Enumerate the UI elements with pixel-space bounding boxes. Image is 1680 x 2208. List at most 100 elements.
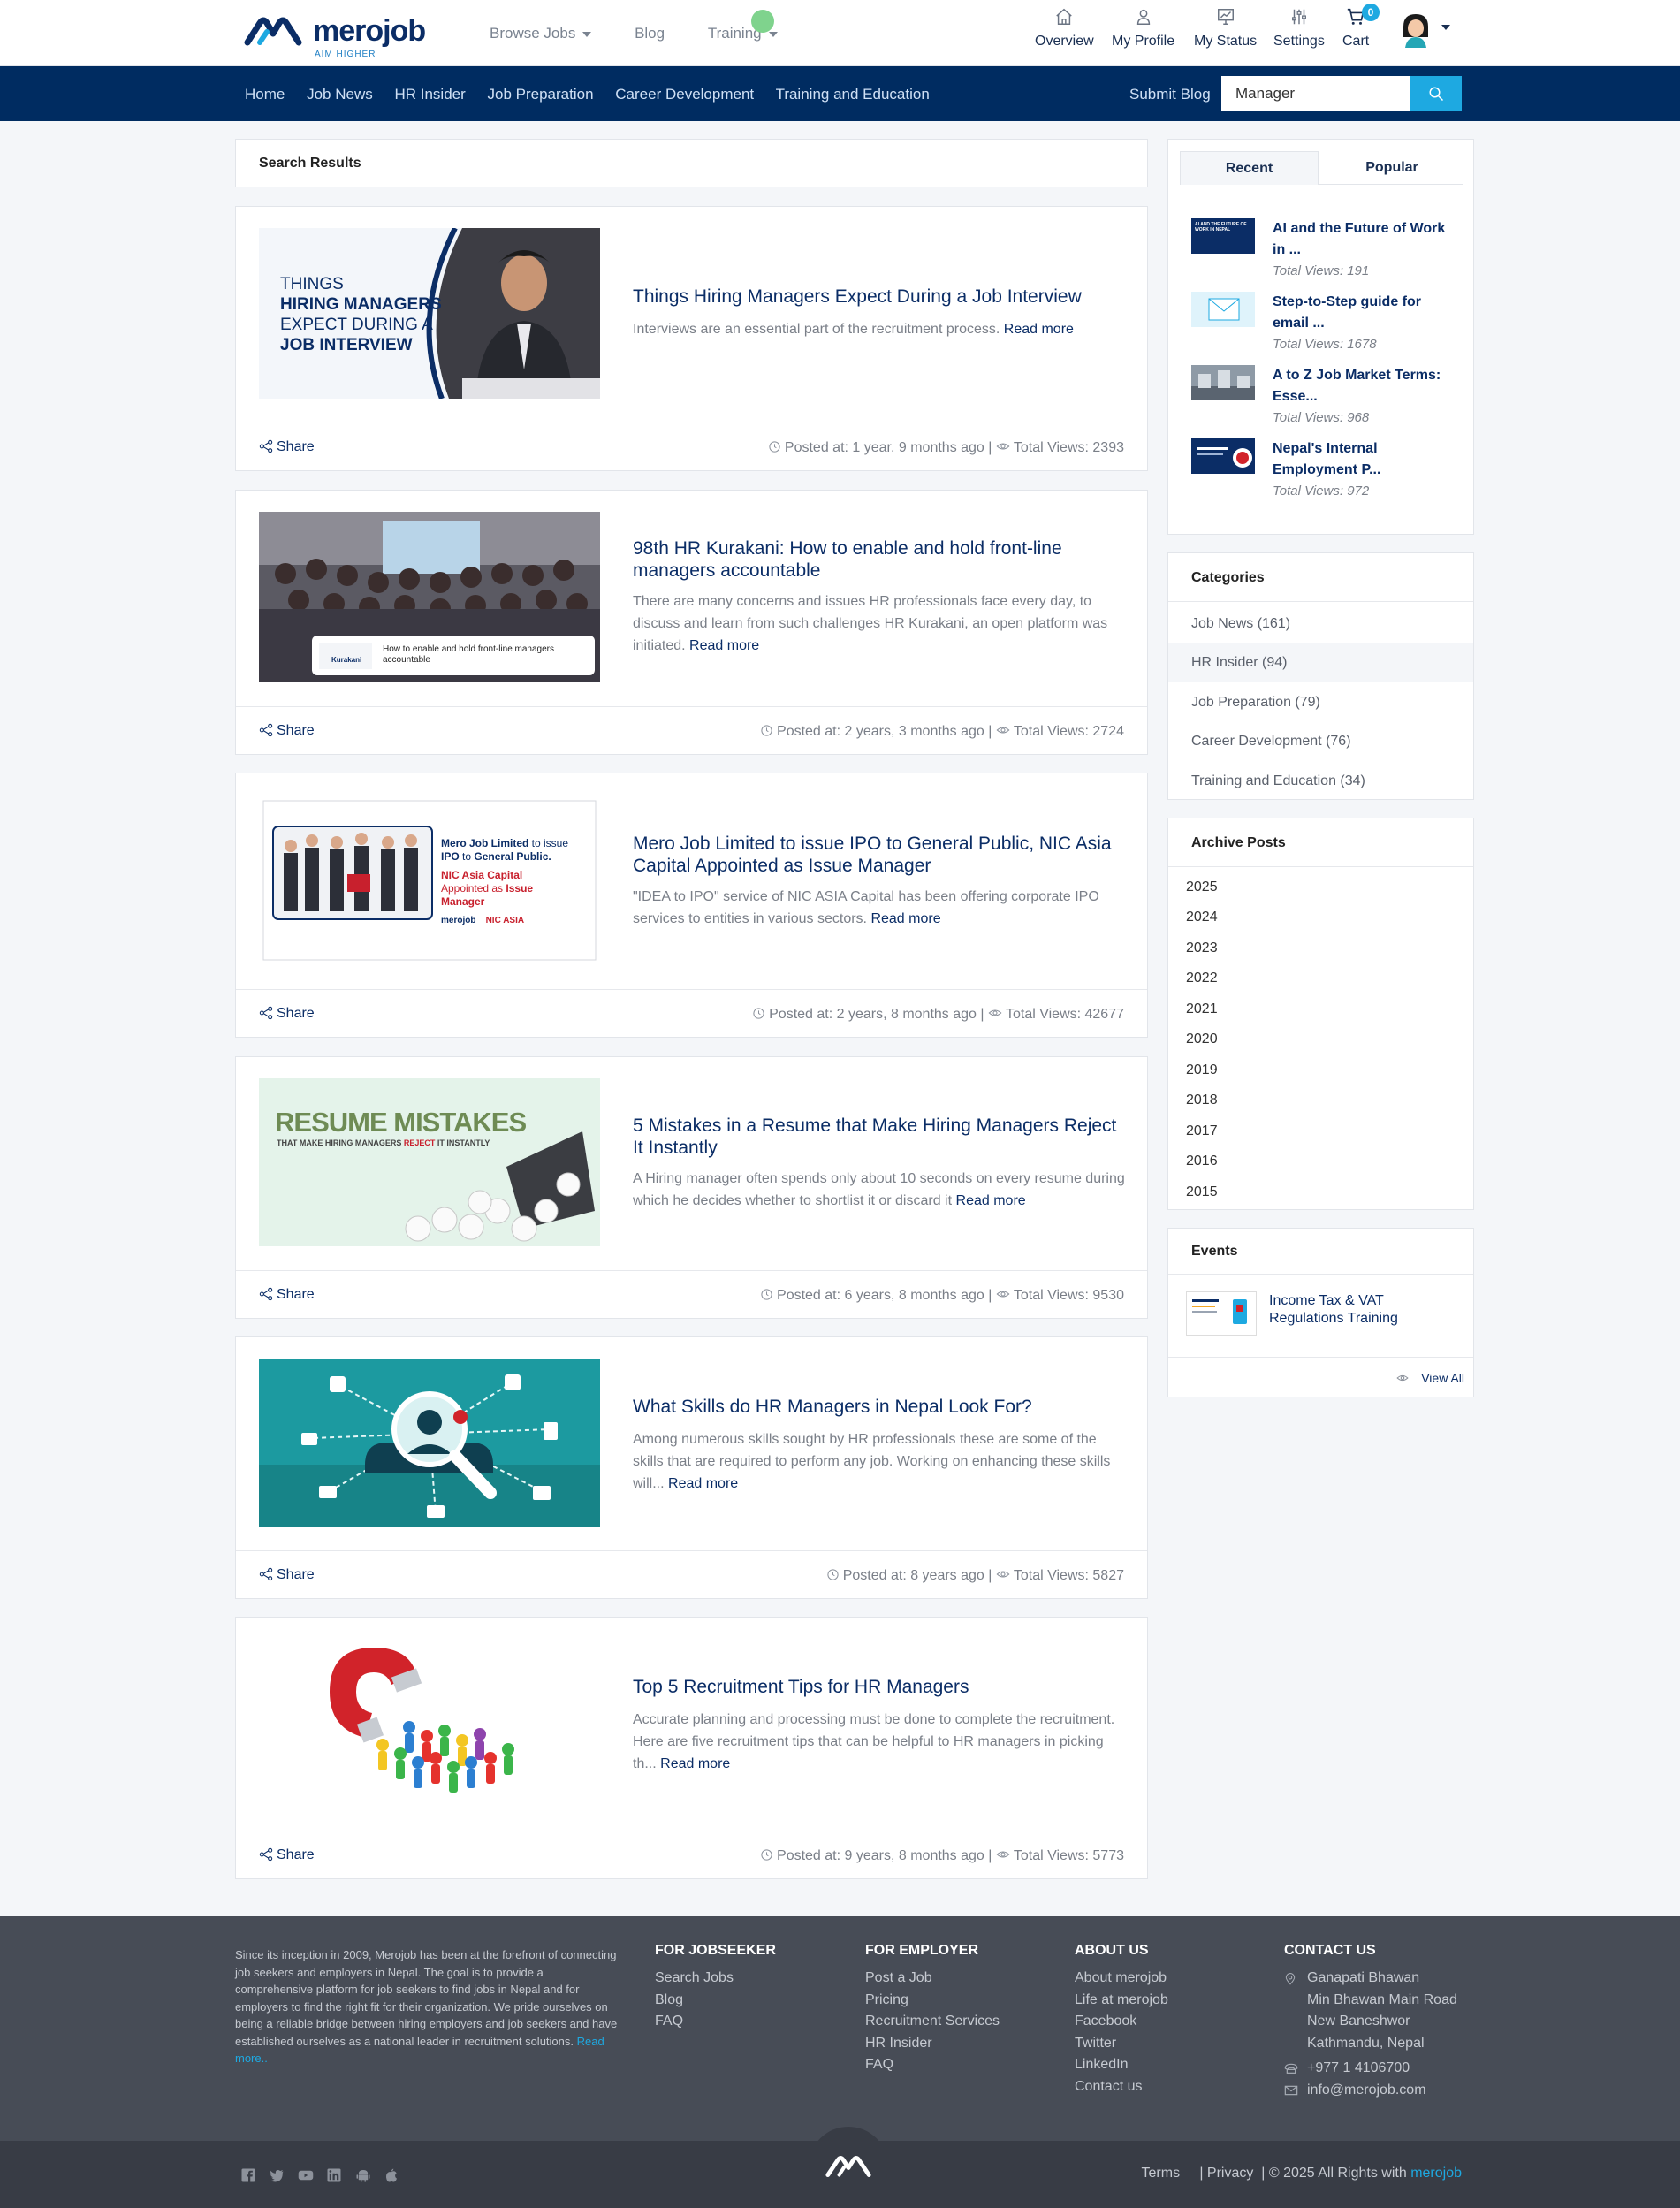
youtube-icon[interactable] [298,2167,314,2183]
subnav-hr-insider[interactable]: HR Insider [394,86,465,103]
privacy-link[interactable]: | Privacy [1199,2166,1253,2181]
twitter-icon[interactable] [269,2167,285,2183]
footer-link[interactable]: LinkedIn [1075,2054,1168,2076]
post-thumbnail[interactable]: Mero Job Limited to issue IPO to General… [259,795,600,965]
archive-year-link[interactable]: 2023 [1186,940,1218,956]
search-button[interactable] [1410,76,1462,111]
share-button[interactable]: Share [259,723,315,739]
android-icon[interactable] [355,2167,371,2183]
footer-link[interactable]: HR Insider [865,2033,1000,2055]
subnav-job-preparation[interactable]: Job Preparation [488,86,594,103]
post-title[interactable]: Things Hiring Managers Expect During a J… [633,286,1128,308]
recent-post-item[interactable]: A to Z Job Market Terms: Esse... Total V… [1191,365,1456,427]
merojob-logo[interactable]: merojob AIM HIGHER [242,14,426,59]
post-thumbnail[interactable]: RESUME MISTAKES THAT MAKE HIRING MANAGER… [259,1078,600,1246]
post-excerpt: There are many concerns and issues HR pr… [633,590,1128,657]
archive-year-link[interactable]: 2022 [1186,971,1218,986]
tab-popular[interactable]: Popular [1321,151,1463,185]
read-more-link[interactable]: Read more [956,1193,1026,1208]
footer-link[interactable]: Post a Job [865,1968,1000,1990]
category-item[interactable]: Job News (161) [1168,605,1473,643]
post-title[interactable]: 5 Mistakes in a Resume that Make Hiring … [633,1115,1128,1159]
share-button[interactable]: Share [259,1287,315,1303]
user-menu-my-status[interactable]: My Status [1194,7,1257,49]
event-thumbnail[interactable] [1186,1291,1257,1336]
avatar[interactable] [1400,12,1432,48]
brand-link[interactable]: merojob [1410,2166,1462,2181]
nav-browse-jobs[interactable]: Browse Jobs [490,25,592,42]
subnav-career-development[interactable]: Career Development [615,86,754,103]
submit-blog-link[interactable]: Submit Blog [1129,86,1211,103]
footer-link[interactable]: Facebook [1075,2011,1168,2033]
archive-year-link[interactable]: 2025 [1186,879,1218,895]
user-menu-settings[interactable]: Settings [1273,7,1325,49]
cart-count-badge: 0 [1362,4,1380,21]
recent-post-item[interactable]: AI AND THE FUTURE OF WORK IN NEPAL AI an… [1191,218,1456,280]
archive-year-link[interactable]: 2020 [1186,1032,1218,1047]
footer-link[interactable]: Contact us [1075,2076,1168,2098]
linkedin-icon[interactable] [326,2167,342,2183]
blog-search-input[interactable] [1221,76,1410,111]
archive-year-link[interactable]: 2024 [1186,910,1218,925]
share-label: Share [277,1567,315,1582]
footer-link[interactable]: Recruitment Services [865,2011,1000,2033]
recent-post-item[interactable]: Step-to-Step guide for email ... Total V… [1191,292,1456,354]
view-all-link[interactable]: View All [1396,1371,1464,1385]
events-title: Events [1191,1244,1238,1259]
nav-blog[interactable]: Blog [635,25,665,42]
category-item[interactable]: Training and Education (34) [1168,762,1473,801]
user-menu-my-profile[interactable]: My Profile [1112,7,1174,49]
footer-link[interactable]: Life at merojob [1075,1990,1168,2012]
tab-recent[interactable]: Recent [1180,151,1319,185]
avatar-chevron-down-icon[interactable] [1441,25,1450,30]
footer-link[interactable]: Search Jobs [655,1968,776,1990]
subnav-job-news[interactable]: Job News [307,86,373,103]
post-title[interactable]: 98th HR Kurakani: How to enable and hold… [633,537,1128,582]
archive-year-link[interactable]: 2017 [1186,1123,1218,1139]
phone-text: +977 1 4106700 [1307,2060,1410,2076]
post-title[interactable]: What Skills do HR Managers in Nepal Look… [633,1396,1128,1418]
event-title[interactable]: Income Tax & VAT Regulations Training [1269,1292,1446,1328]
category-item[interactable]: Career Development (76) [1168,722,1473,761]
share-button[interactable]: Share [259,1567,315,1583]
post-title[interactable]: Top 5 Recruitment Tips for HR Managers [633,1676,1128,1698]
user-menu-overview[interactable]: Overview [1035,7,1094,49]
excerpt-text: A Hiring manager often spends only about… [633,1171,1125,1208]
subnav-home[interactable]: Home [245,86,285,103]
recent-post-item[interactable]: Nepal's Internal Employment P... Total V… [1191,438,1456,500]
category-item[interactable]: HR Insider (94) [1168,643,1473,682]
email-line[interactable]: info@merojob.com [1284,2080,1457,2102]
read-more-link[interactable]: Read more [668,1476,738,1491]
archive-year-link[interactable]: 2019 [1186,1062,1218,1078]
share-button[interactable]: Share [259,1006,315,1022]
read-more-link[interactable]: Read more [660,1756,730,1771]
read-more-link[interactable]: Read more [1004,322,1074,337]
read-more-link[interactable]: Read more [689,638,759,653]
terms-link[interactable]: Terms [1142,2166,1181,2181]
footer-link[interactable]: About merojob [1075,1968,1168,1990]
post-thumbnail[interactable]: THINGS HIRING MANAGERS EXPECT DURING A J… [259,228,600,399]
share-button[interactable]: Share [259,439,315,455]
footer-link[interactable]: Blog [655,1990,776,2012]
subnav-training-education[interactable]: Training and Education [776,86,930,103]
post-thumbnail[interactable]: Kurakani How to enable and hold front-li… [259,512,600,682]
archive-year-link[interactable]: 2015 [1186,1184,1218,1200]
footer-link[interactable]: Pricing [865,1990,1000,2012]
post-thumbnail[interactable] [259,1639,600,1807]
category-item[interactable]: Job Preparation (79) [1168,683,1473,722]
footer-link[interactable]: Twitter [1075,2033,1168,2055]
archive-year-link[interactable]: 2021 [1186,1001,1218,1017]
share-icon [259,723,273,737]
footer-logo[interactable] [809,2127,888,2206]
facebook-icon[interactable] [240,2167,256,2183]
apple-icon[interactable] [384,2167,399,2183]
read-more-link[interactable]: Read more [870,911,940,926]
footer-link[interactable]: FAQ [865,2054,1000,2076]
phone-line[interactable]: +977 1 4106700 [1284,2058,1457,2080]
post-title[interactable]: Mero Job Limited to issue IPO to General… [633,833,1128,877]
footer-link[interactable]: FAQ [655,2011,776,2033]
share-button[interactable]: Share [259,1847,315,1863]
post-thumbnail[interactable] [259,1359,600,1527]
archive-year-link[interactable]: 2016 [1186,1153,1218,1169]
archive-year-link[interactable]: 2018 [1186,1093,1218,1108]
